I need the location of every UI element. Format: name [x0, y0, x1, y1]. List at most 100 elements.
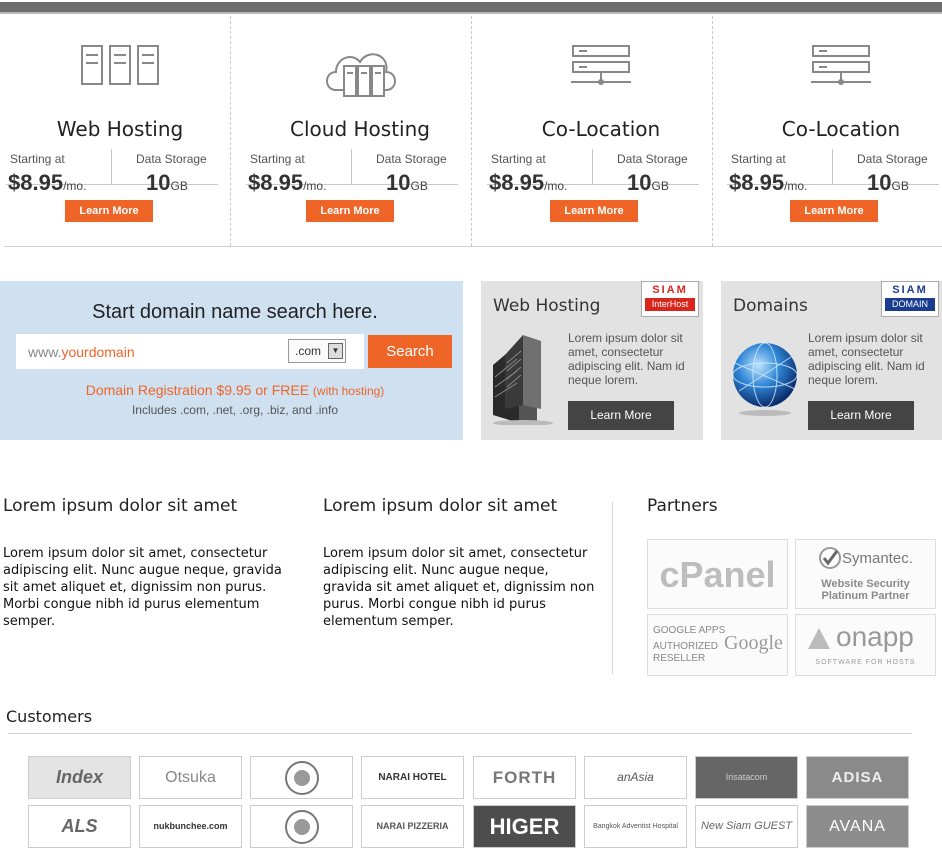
starting-label: Starting at — [731, 152, 786, 166]
top-bar — [0, 2, 942, 14]
domain-search-panel: Start domain name search here. www.yourd… — [0, 281, 463, 440]
learn-more-button[interactable]: Learn More — [568, 401, 674, 430]
plan-card: Co-Location Starting at Data Storage $8.95/… — [481, 16, 721, 246]
customer-logo-text: NARAI PIZZERIA — [376, 821, 449, 831]
domain-registration-offer: Domain Registration $9.95 or FREE (with … — [85, 382, 385, 398]
plan-specs: Starting at Data Storage $8.95/mo. 10GB — [246, 135, 458, 195]
plan-storage: 10GB — [627, 170, 669, 195]
storage-label: Data Storage — [617, 152, 688, 166]
rack-icon — [481, 44, 721, 104]
promo-web-hosting: Web Hosting SIAM InterHost Lorem ipsum d… — [481, 281, 703, 440]
plan-price: $8.95/mo. — [248, 170, 327, 195]
check-icon — [819, 547, 841, 569]
onapp-mark-icon — [808, 628, 830, 649]
customer-logo[interactable]: FORTH — [473, 756, 576, 799]
customer-logo-text: ADISA — [831, 769, 884, 786]
plan-storage: 10GB — [386, 170, 428, 195]
storage-label: Data Storage — [857, 152, 928, 166]
plan-price: $8.95/mo. — [489, 170, 568, 195]
emblem-icon — [284, 761, 319, 795]
customers-divider — [8, 733, 912, 734]
customer-logo[interactable]: New Siam GUEST HOUSE — [695, 805, 798, 848]
spec-divider — [351, 149, 352, 185]
plan-specs: Starting at Data Storage $8.95/mo. 10GB — [487, 135, 699, 195]
servers-icon — [0, 44, 240, 104]
learn-more-button[interactable]: Learn More — [65, 200, 153, 222]
emblem-icon — [284, 810, 319, 844]
learn-more-button[interactable]: Learn More — [790, 200, 878, 222]
article: Lorem ipsum dolor sit amet Lorem ipsum d… — [323, 496, 595, 630]
cpanel-logo[interactable]: cPanel — [647, 539, 788, 609]
starting-label: Starting at — [10, 152, 65, 166]
article: Lorem ipsum dolor sit amet Lorem ipsum d… — [3, 496, 293, 630]
promo-text: Lorem ipsum dolor sit amet, consectetur … — [808, 331, 925, 387]
learn-more-button[interactable]: Learn More — [306, 200, 394, 222]
customer-logo[interactable]: NARAI PIZZERIA — [361, 805, 464, 848]
storage-label: Data Storage — [136, 152, 207, 166]
customer-logo[interactable]: ALS — [28, 805, 131, 848]
domain-placeholder: www.yourdomain — [28, 344, 135, 360]
rack-icon — [721, 44, 942, 104]
customer-logo[interactable]: Irisatacom — [695, 756, 798, 799]
domain-search-heading: Start domain name search here. — [92, 301, 378, 323]
plan-card: Cloud Hosting Starting at Data Storage $8.9… — [240, 16, 480, 246]
customer-logo[interactable] — [250, 756, 353, 799]
promo-title: Web Hosting — [493, 296, 601, 316]
spec-divider — [592, 149, 593, 185]
globe-icon — [725, 325, 803, 425]
plans-bottom-line — [4, 246, 942, 247]
onapp-logo[interactable]: onapp SOFTWARE FOR HOSTS — [795, 614, 936, 676]
customer-logo[interactable]: ADISA — [806, 756, 909, 799]
starting-label: Starting at — [491, 152, 546, 166]
google-apps-logo[interactable]: GOOGLE APPS AUTHORIZED RESELLER Google — [647, 614, 788, 676]
tld-select[interactable]: .com ▼ — [288, 339, 346, 363]
siam-domain-logo: SIAM DOMAIN — [881, 281, 939, 317]
customer-logo[interactable]: NARAI HOTEL — [361, 756, 464, 799]
domain-search-input[interactable]: www.yourdomain .com ▼ — [16, 334, 364, 369]
customer-logo[interactable]: HIGER — [473, 805, 576, 848]
customer-logo[interactable]: anAsia — [584, 756, 687, 799]
customer-logo-text: NARAI HOTEL — [378, 772, 447, 783]
customer-logo-text: ALS — [61, 816, 98, 836]
spec-divider — [832, 149, 833, 185]
promo-title: Domains — [733, 296, 808, 316]
domain-includes-text: Includes .com, .net, .org, .biz, and .in… — [131, 403, 339, 417]
article-body: Lorem ipsum dolor sit amet, consectetur … — [323, 546, 595, 629]
cloud-server-icon — [240, 44, 480, 104]
customer-logo-text: FORTH — [492, 768, 557, 787]
customer-logo-text: nukbunchee.com — [153, 821, 228, 831]
search-button[interactable]: Search — [368, 335, 452, 368]
customer-logo[interactable]: Index — [28, 756, 131, 799]
plan-divider — [471, 16, 472, 246]
article-title: Lorem ipsum dolor sit amet — [3, 496, 238, 516]
plan-card: Web Hosting Starting at Data Storage $8.95/… — [0, 16, 240, 246]
customer-logo-text: HIGER — [489, 814, 560, 839]
promo-domains: Domains SIAM DOMAIN Lorem ipsum dolor si… — [721, 281, 942, 440]
article-title: Lorem ipsum dolor sit amet — [323, 496, 558, 516]
plan-price: $8.95/mo. — [729, 170, 808, 195]
plan-card: Co-Location Starting at Data Storage $8.95/… — [721, 16, 942, 246]
customer-logo-text: Irisatacom — [725, 772, 768, 782]
column-divider — [612, 502, 613, 674]
customer-logo-text: Otsuka — [165, 769, 216, 786]
server-tower-icon — [485, 325, 563, 426]
starting-label: Starting at — [250, 152, 305, 166]
learn-more-button[interactable]: Learn More — [550, 200, 638, 222]
symantec-logo[interactable]: Symantec. Website Security Platinum Partn… — [795, 539, 936, 609]
customer-logo[interactable]: AVANA — [806, 805, 909, 848]
partners-title: Partners — [647, 496, 718, 516]
plan-specs: Starting at Data Storage $8.95/mo. 10GB — [727, 135, 939, 195]
spec-divider — [111, 149, 112, 185]
customer-logo-text: AVANA — [829, 818, 886, 835]
customer-logo[interactable]: Bangkok Adventist Hospital — [584, 805, 687, 848]
customer-logo[interactable] — [250, 805, 353, 848]
plan-divider — [230, 16, 231, 246]
customer-logo[interactable]: nukbunchee.com — [139, 805, 242, 848]
siam-interhost-logo: SIAM InterHost — [641, 281, 699, 317]
learn-more-button[interactable]: Learn More — [808, 401, 914, 430]
article-body: Lorem ipsum dolor sit amet, consectetur … — [3, 546, 282, 629]
plan-storage: 10GB — [867, 170, 909, 195]
customer-logo-text: New Siam GUEST HOUSE — [700, 820, 793, 832]
customer-logo[interactable]: Otsuka — [139, 756, 242, 799]
customers-title: Customers — [6, 707, 93, 726]
